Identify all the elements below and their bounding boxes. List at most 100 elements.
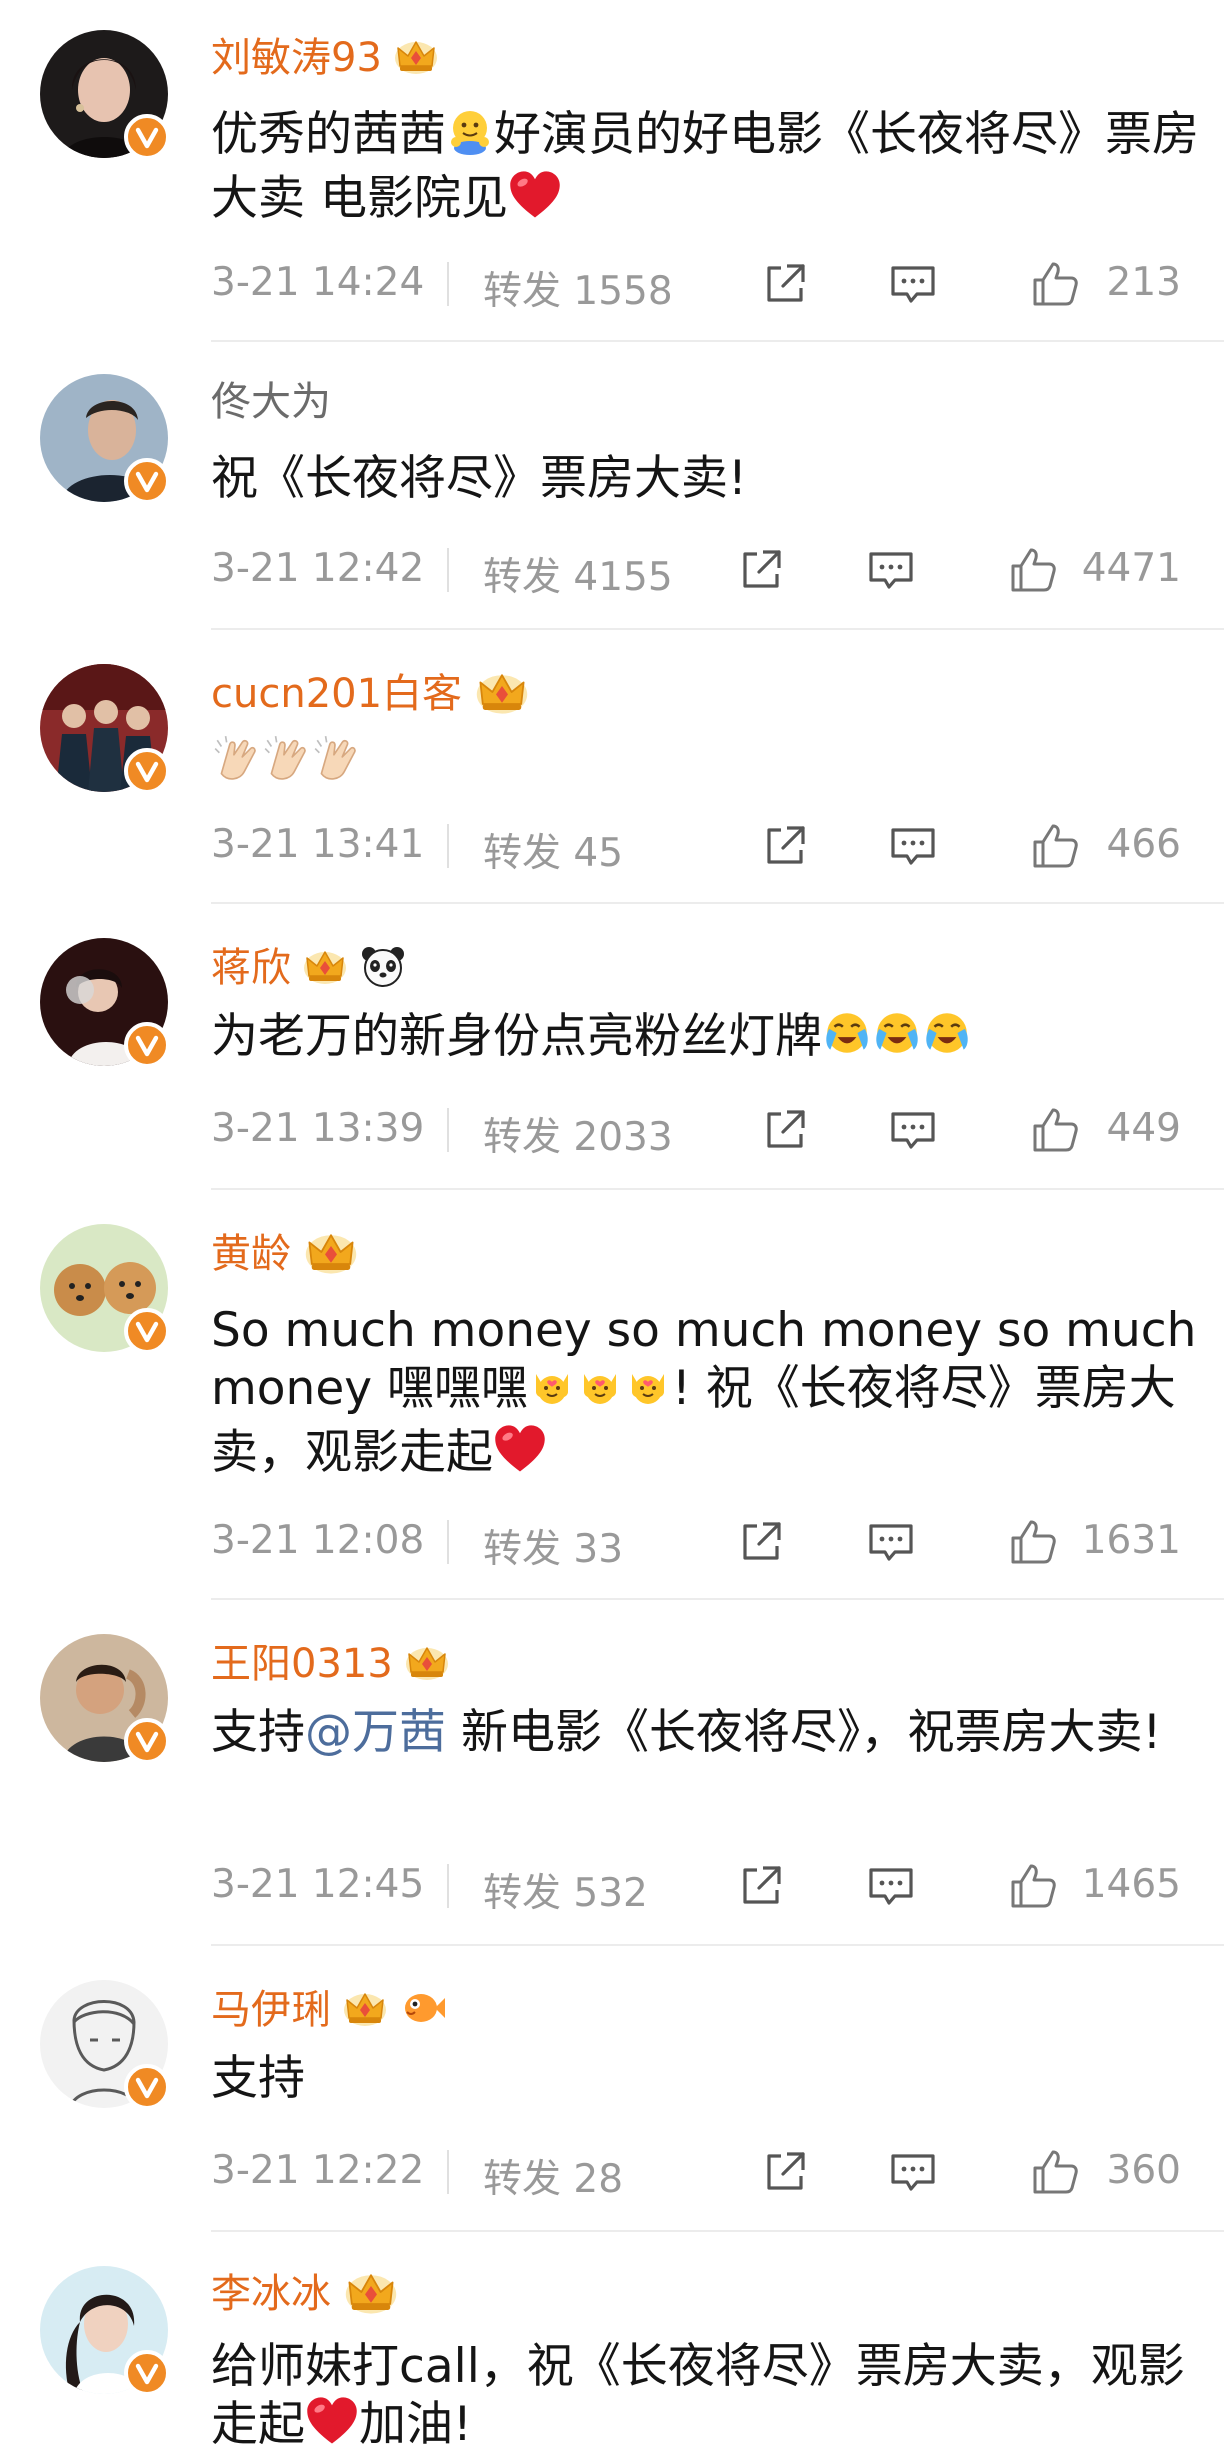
comment-icon[interactable] xyxy=(887,258,939,310)
username[interactable]: 黄龄 xyxy=(211,1226,291,1282)
share-icon[interactable] xyxy=(759,820,811,872)
repost-count: 转发 45 xyxy=(483,831,624,876)
hug-emoji-icon xyxy=(446,108,494,170)
username[interactable]: 蒋欣 xyxy=(211,940,291,996)
comment-text: 优秀的茜茜 好演员的好电影《长夜将尽》票房大卖 电影院见 xyxy=(211,106,1201,234)
crying-emoji-icon xyxy=(872,1008,922,1072)
like-count: 213 xyxy=(1106,260,1181,305)
like-icon[interactable] xyxy=(1029,1104,1081,1156)
comment-text: So much money so much money so much mone… xyxy=(211,1302,1201,1488)
timestamp: 3-21 12:22 xyxy=(211,2148,425,2193)
vip-crown-icon xyxy=(403,1642,451,1686)
username[interactable]: 刘敏涛93 xyxy=(211,30,382,86)
share-icon[interactable] xyxy=(759,258,811,310)
timestamp: 3-21 12:45 xyxy=(211,1862,425,1907)
heart-emoji-icon xyxy=(493,1424,547,1488)
share-icon[interactable] xyxy=(735,1860,787,1912)
avatar[interactable] xyxy=(40,664,170,794)
share-icon[interactable] xyxy=(759,2146,811,2198)
comment-text xyxy=(211,734,1201,798)
name-row: cucn201白客 xyxy=(211,666,532,722)
repost-count: 转发 28 xyxy=(483,2157,624,2202)
like-count: 4471 xyxy=(1081,546,1181,591)
comment-meta: 3-21 13:41 转发 45 466 xyxy=(211,816,1181,876)
heart-emoji-icon xyxy=(305,2396,359,2460)
share-icon[interactable] xyxy=(759,1104,811,1156)
vip-crown-icon xyxy=(341,2268,401,2320)
name-row: 佟大为 xyxy=(211,374,331,430)
fish-icon xyxy=(399,1984,447,2036)
avatar[interactable] xyxy=(40,938,170,1068)
username[interactable]: cucn201白客 xyxy=(211,666,462,722)
comment-text-part: 支持 xyxy=(211,1705,305,1760)
avatar[interactable] xyxy=(40,1980,170,2110)
like-count: 1631 xyxy=(1081,1518,1181,1563)
heart-emoji-icon xyxy=(508,170,562,234)
name-row: 李冰冰 xyxy=(211,2266,401,2322)
share-icon[interactable] xyxy=(735,544,787,596)
comment-text: 祝《长夜将尽》票房大卖! xyxy=(211,451,747,506)
username[interactable]: 李冰冰 xyxy=(211,2266,331,2322)
row-divider xyxy=(211,1188,1224,1190)
comment-icon[interactable] xyxy=(887,1104,939,1156)
comment-text: 支持 xyxy=(211,2051,305,2106)
comment-icon[interactable] xyxy=(865,1860,917,1912)
row-divider xyxy=(211,1944,1224,1946)
comment-icon[interactable] xyxy=(887,820,939,872)
timestamp: 3-21 14:24 xyxy=(211,260,425,305)
username[interactable]: 王阳0313 xyxy=(211,1636,393,1692)
comment-icon[interactable] xyxy=(887,2146,939,2198)
verified-badge-icon xyxy=(124,748,170,794)
comment-meta: 3-21 12:42 转发 4155 4471 xyxy=(211,540,1181,600)
comment-meta: 3-21 14:24 转发 1558 213 xyxy=(211,254,1181,314)
vip-crown-icon xyxy=(301,946,349,990)
like-icon[interactable] xyxy=(1007,544,1059,596)
divider xyxy=(447,1520,449,1564)
verified-badge-icon xyxy=(124,114,170,160)
comment-text-part: 优秀的茜茜 xyxy=(211,107,446,162)
like-icon[interactable] xyxy=(1029,258,1081,310)
name-row: 马伊琍 xyxy=(211,1982,447,2038)
divider xyxy=(447,824,449,868)
comment-icon[interactable] xyxy=(865,544,917,596)
username[interactable]: 马伊琍 xyxy=(211,1982,331,2038)
vip-crown-icon xyxy=(301,1228,361,1280)
panda-icon xyxy=(359,942,407,994)
like-count: 1465 xyxy=(1081,1862,1181,1907)
like-icon[interactable] xyxy=(1029,2146,1081,2198)
comment-text-part: 为老万的新身份点亮粉丝灯牌 xyxy=(211,1009,822,1064)
avatar[interactable] xyxy=(40,1634,170,1764)
like-icon[interactable] xyxy=(1007,1860,1059,1912)
repost-count: 转发 4155 xyxy=(483,555,673,600)
comment-meta: 3-21 12:45 转发 532 1465 xyxy=(211,1856,1181,1916)
verified-badge-icon xyxy=(124,2350,170,2396)
share-icon[interactable] xyxy=(735,1516,787,1568)
verified-badge-icon xyxy=(124,2064,170,2110)
comment-text-part: 加油! xyxy=(359,2397,472,2452)
comment-icon[interactable] xyxy=(865,1516,917,1568)
vip-crown-icon xyxy=(341,1988,389,2032)
like-count: 449 xyxy=(1106,1106,1181,1151)
comment-text: 为老万的新身份点亮粉丝灯牌 xyxy=(211,1008,1201,1072)
mention-link[interactable]: @万茜 xyxy=(305,1705,446,1760)
avatar[interactable] xyxy=(40,2266,170,2396)
avatar[interactable] xyxy=(40,374,170,504)
name-row: 黄龄 xyxy=(211,1226,361,1282)
vip-crown-icon xyxy=(472,668,532,720)
comment-text: 支持@万茜 新电影《长夜将尽》，祝票房大卖! xyxy=(211,1704,1201,1762)
like-count: 466 xyxy=(1106,822,1181,867)
comment-meta: 3-21 12:22 转发 28 360 xyxy=(211,2142,1181,2202)
avatar[interactable] xyxy=(40,30,170,160)
crying-emoji-icon xyxy=(822,1008,872,1072)
name-row: 王阳0313 xyxy=(211,1636,451,1692)
comment-text-part: 新电影《长夜将尽》，祝票房大卖! xyxy=(446,1705,1162,1760)
clap-emoji-icon xyxy=(261,734,311,798)
username[interactable]: 佟大为 xyxy=(211,374,331,430)
like-icon[interactable] xyxy=(1007,1516,1059,1568)
clap-emoji-icon xyxy=(311,734,361,798)
repost-count: 转发 2033 xyxy=(483,1115,673,1160)
divider xyxy=(447,1864,449,1908)
like-icon[interactable] xyxy=(1029,820,1081,872)
avatar[interactable] xyxy=(40,1224,170,1354)
verified-badge-icon xyxy=(124,1022,170,1068)
